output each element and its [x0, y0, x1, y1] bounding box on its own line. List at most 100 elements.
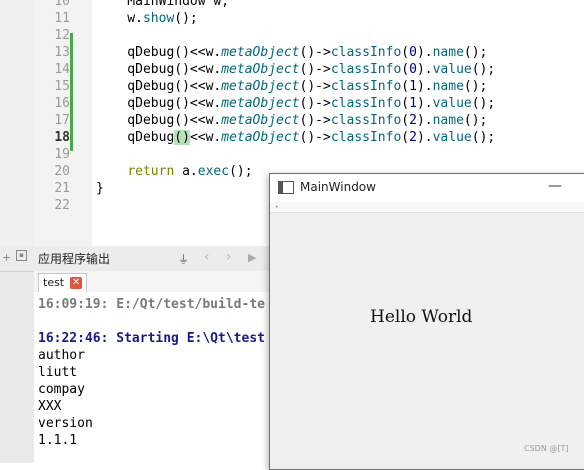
code-token: (	[401, 113, 410, 128]
hello-label: Hello World	[370, 307, 473, 327]
code-token: value	[432, 96, 472, 111]
code-token: <<w.	[189, 130, 222, 145]
code-token: ();	[471, 62, 496, 77]
line-number: 17	[54, 113, 70, 128]
menu-bar[interactable]: •	[270, 202, 584, 213]
code-token: 1	[409, 79, 417, 94]
code-token: return	[127, 164, 175, 179]
line-number: 14	[54, 62, 70, 77]
watermark: CSDN @[T]	[524, 444, 569, 453]
prev-arrow-icon[interactable]: ‹	[204, 249, 210, 265]
output-line: 16:09:19: E:/Qt/test/build-te	[38, 297, 265, 312]
window-icon	[278, 181, 294, 194]
code-text: return a.exec();	[96, 163, 253, 180]
change-marker	[70, 33, 73, 151]
next-arrow-icon[interactable]: ›	[226, 249, 232, 265]
output-line: XXX	[38, 399, 62, 414]
code-token: ).	[416, 130, 433, 145]
code-token: ()->	[299, 62, 331, 77]
window-titlebar[interactable]: MainWindow —	[270, 174, 584, 202]
code-token: ();	[471, 96, 496, 111]
code-token: ();	[463, 79, 488, 94]
code-token: (	[401, 62, 410, 77]
output-line: version	[38, 416, 93, 431]
code-token: qDebug	[96, 130, 175, 145]
output-pane-title: 应用程序输出	[38, 252, 111, 266]
code-token: value	[432, 130, 472, 145]
tab-test[interactable]: test ✕	[38, 273, 88, 293]
code-token: classInfo	[330, 79, 402, 94]
code-token: w.	[96, 11, 143, 26]
main-window[interactable]: MainWindow — • Hello World CSDN @[T]	[269, 173, 584, 470]
code-token: ).	[416, 96, 433, 111]
line-number: 22	[54, 198, 70, 213]
line-number: 11	[54, 11, 70, 26]
minimize-button[interactable]: —	[548, 178, 562, 194]
code-token: name	[432, 113, 464, 128]
code-token: metaObject	[221, 79, 300, 94]
code-token: 2	[409, 130, 417, 145]
code-text: qDebug()<<w.metaObject()->classInfo(0).v…	[96, 61, 495, 78]
run-icon[interactable]: ▶	[248, 251, 256, 264]
code-token: name	[432, 79, 464, 94]
code-token: 0	[409, 62, 417, 77]
code-token: ).	[416, 45, 433, 60]
code-text: MainWindow w;	[96, 0, 229, 10]
output-line: 16:22:46: Starting E:\Qt\test	[38, 331, 265, 346]
code-token: qDebug()<<w.	[96, 96, 222, 111]
code-token: metaObject	[221, 62, 300, 77]
left-mode-bar	[0, 0, 34, 246]
code-token: MainWindow w;	[96, 0, 230, 9]
code-text: qDebug()<<w.metaObject()->classInfo(1).v…	[96, 95, 495, 112]
code-token: metaObject	[221, 113, 300, 128]
code-token: ();	[229, 164, 253, 179]
tab-label: test	[43, 276, 65, 289]
code-token: classInfo	[330, 62, 402, 77]
line-number: 19	[54, 147, 70, 162]
line-number: 10	[54, 0, 70, 9]
code-token: classInfo	[330, 96, 402, 111]
code-token: metaObject	[221, 130, 300, 145]
code-token: }	[96, 181, 104, 196]
code-token: ()->	[299, 79, 331, 94]
code-token: ()->	[299, 130, 331, 145]
code-token: show	[142, 11, 175, 26]
code-token: value	[432, 62, 472, 77]
code-token: ()->	[299, 45, 331, 60]
menu-grip-icon: •	[275, 204, 279, 211]
code-token: ();	[463, 113, 488, 128]
output-tab-bar: test ✕	[34, 271, 272, 293]
panel-toggle-icon[interactable]: ▪	[16, 250, 27, 261]
code-token: classInfo	[330, 130, 402, 145]
window-title: MainWindow	[300, 180, 376, 194]
line-number: 12	[54, 28, 70, 43]
output-line: 1.1.1	[38, 433, 78, 448]
code-token: 0	[409, 45, 417, 60]
code-token: qDebug()<<w.	[96, 113, 222, 128]
code-token: 1	[409, 96, 417, 111]
close-icon[interactable]: ✕	[70, 277, 83, 289]
line-number: 16	[54, 96, 70, 111]
code-text: qDebug()<<w.metaObject()->classInfo(2).n…	[96, 112, 487, 129]
filter-icon[interactable]: ⏚	[178, 251, 189, 267]
code-token: classInfo	[330, 113, 402, 128]
output-line: author	[38, 348, 85, 363]
code-token: exec	[197, 164, 230, 179]
application-output[interactable]: 16:09:19: E:/Qt/test/build-te 16:22:46: S…	[34, 292, 270, 463]
line-number: 13	[54, 45, 70, 60]
code-token: ()->	[299, 113, 331, 128]
code-token: name	[432, 45, 464, 60]
output-line: compay	[38, 382, 85, 397]
code-token: ).	[416, 79, 433, 94]
code-token: qDebug()<<w.	[96, 79, 222, 94]
code-text: qDebug()<<w.metaObject()->classInfo(0).n…	[96, 44, 487, 61]
code-token: ()	[174, 130, 190, 145]
line-number: 20	[54, 164, 70, 179]
line-number: 18	[54, 130, 70, 145]
line-number: 15	[54, 79, 70, 94]
code-token: ();	[463, 45, 488, 60]
left-panel-bottom	[0, 246, 35, 463]
code-token: qDebug()<<w.	[96, 45, 222, 60]
plus-icon[interactable]: +	[2, 251, 11, 264]
